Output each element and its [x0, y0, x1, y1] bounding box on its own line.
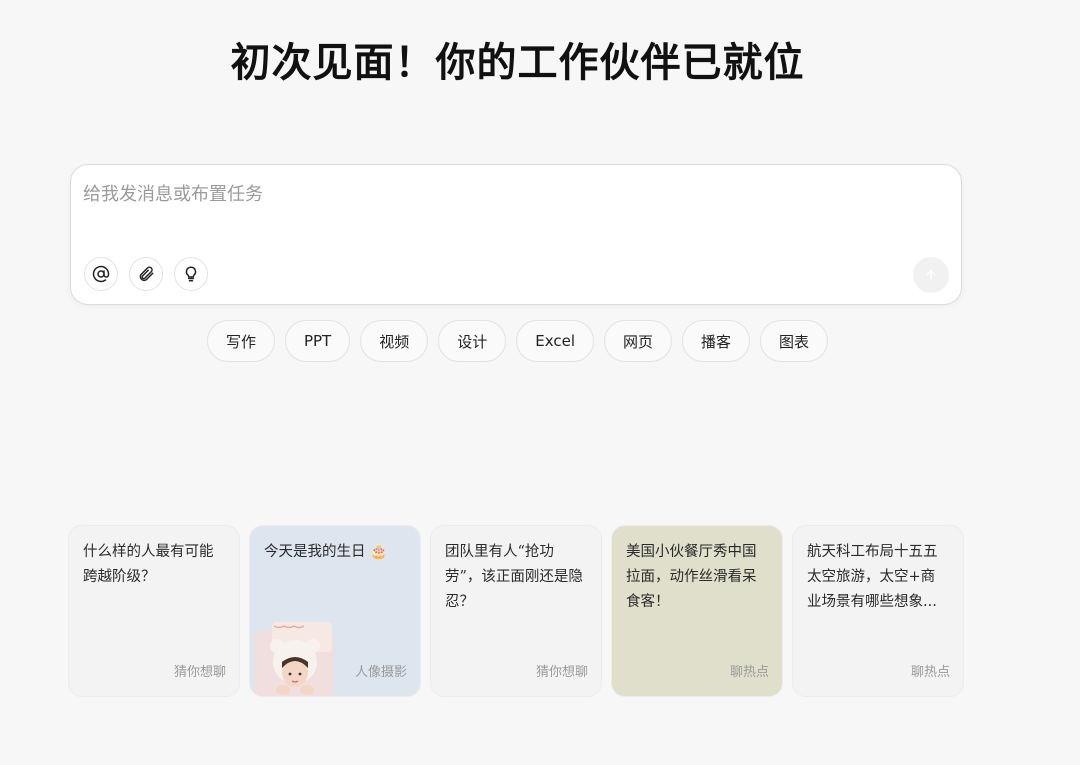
chip-ppt[interactable]: PPT — [284, 320, 351, 362]
card-tag: 人像摄影 — [354, 665, 407, 680]
card-prompt: 今天是我的生日 🎂 — [264, 540, 406, 565]
send-button[interactable] — [913, 257, 949, 293]
message-input[interactable] — [83, 179, 943, 209]
card-tag: 猜你想聊 — [173, 665, 226, 680]
card-tag: 聊热点 — [910, 665, 950, 680]
card-prompt-text: 今天是我的生日 — [264, 544, 366, 560]
suggestion-card[interactable]: 今天是我的生日 🎂 人像摄影 — [249, 525, 421, 697]
suggestion-card[interactable]: 美国小伙餐厅秀中国拉面，动作丝滑看呆食客！ 聊热点 — [611, 525, 783, 697]
chip-excel[interactable]: Excel — [516, 320, 594, 362]
mention-button[interactable] — [84, 257, 118, 291]
card-prompt: 团队里有人“抢功劳”，该正面刚还是隐忍？ — [445, 544, 583, 610]
quick-task-chips: 写作 PPT 视频 设计 Excel 网页 播客 图表 — [0, 320, 1035, 362]
page: 初次见面！你的工作伙伴已就位 给我发消息或布置任务 写作 PPT 视频 设计 E… — [0, 0, 1080, 765]
page-title: 初次见面！你的工作伙伴已就位 — [230, 39, 805, 86]
card-prompt: 航天科工布局十五五太空旅游，太空+商业场景有哪些想象... — [807, 544, 938, 610]
suggestion-card[interactable]: 航天科工布局十五五太空旅游，太空+商业场景有哪些想象... 聊热点 — [792, 525, 964, 697]
at-icon — [92, 265, 110, 283]
chip-webpage[interactable]: 网页 — [604, 320, 673, 362]
arrow-up-icon — [926, 270, 936, 280]
suggestion-cards: 什么样的人最有可能跨越阶级？ 猜你想聊 今天是我的生日 🎂 人像摄影 团队里有人… — [68, 525, 964, 697]
card-tag: 猜你想聊 — [535, 665, 588, 680]
portrait-photo-thumbnail — [254, 622, 334, 696]
chip-video[interactable]: 视频 — [360, 320, 429, 362]
suggestion-card[interactable]: 什么样的人最有可能跨越阶级？ 猜你想聊 — [68, 525, 240, 697]
chip-podcast[interactable]: 播客 — [682, 320, 751, 362]
card-prompt: 美国小伙餐厅秀中国拉面，动作丝滑看呆食客！ — [626, 544, 757, 610]
card-tag: 聊热点 — [729, 665, 769, 680]
message-composer — [70, 164, 962, 305]
lightbulb-icon — [185, 266, 197, 282]
card-prompt: 什么样的人最有可能跨越阶级？ — [83, 544, 214, 585]
cake-icon: 🎂 — [370, 544, 388, 560]
attach-button[interactable] — [129, 257, 163, 291]
inspiration-button[interactable] — [174, 257, 208, 291]
chip-design[interactable]: 设计 — [438, 320, 507, 362]
paperclip-icon — [139, 266, 154, 282]
suggestion-card[interactable]: 团队里有人“抢功劳”，该正面刚还是隐忍？ 猜你想聊 — [430, 525, 602, 697]
chip-chart[interactable]: 图表 — [760, 320, 829, 362]
chip-writing[interactable]: 写作 — [206, 320, 275, 362]
